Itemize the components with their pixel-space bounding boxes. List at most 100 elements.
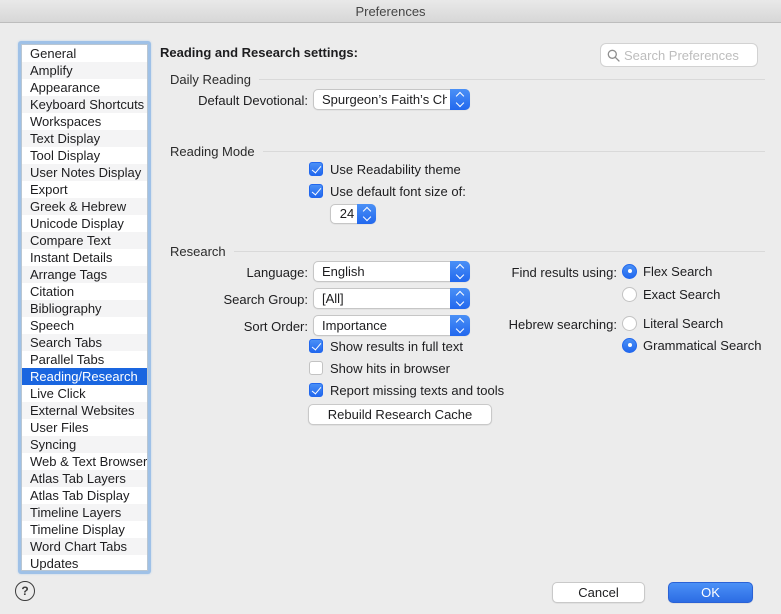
sidebar-item-citation[interactable]: Citation	[22, 283, 147, 300]
sidebar-item-unicode-display[interactable]: Unicode Display	[22, 215, 147, 232]
radio-button[interactable]	[622, 287, 637, 302]
sidebar-item-syncing[interactable]: Syncing	[22, 436, 147, 453]
sidebar-list[interactable]: GeneralAmplifyAppearanceKeyboard Shortcu…	[21, 44, 148, 571]
radio-button[interactable]	[622, 316, 637, 331]
sort-order-popup[interactable]: Importance	[313, 315, 470, 336]
cancel-button[interactable]: Cancel	[552, 582, 645, 603]
sidebar-item-word-chart-tabs[interactable]: Word Chart Tabs	[22, 538, 147, 555]
sort-order-label: Sort Order:	[160, 319, 308, 334]
literal-search-radio-row[interactable]: Literal Search	[622, 315, 723, 331]
checkbox[interactable]	[309, 383, 323, 397]
sidebar-item-reading-research[interactable]: Reading/Research	[22, 368, 147, 385]
sidebar-item-workspaces[interactable]: Workspaces	[22, 113, 147, 130]
section-divider	[234, 251, 765, 252]
language-label: Language:	[160, 265, 308, 280]
chevron-up-down-icon	[450, 89, 470, 110]
page-title: Reading and Research settings:	[160, 45, 358, 60]
sidebar-item-export[interactable]: Export	[22, 181, 147, 198]
exact-search-radio-row[interactable]: Exact Search	[622, 286, 720, 302]
sidebar-item-greek-hebrew[interactable]: Greek & Hebrew	[22, 198, 147, 215]
checkbox-label: Use Readability theme	[330, 162, 461, 177]
rebuild-research-cache-button[interactable]: Rebuild Research Cache	[308, 404, 492, 425]
section-title: Daily Reading	[170, 72, 251, 87]
radio-label: Exact Search	[643, 287, 720, 302]
sidebar-item-live-click[interactable]: Live Click	[22, 385, 147, 402]
find-results-label: Find results using:	[470, 265, 617, 280]
radio-button[interactable]	[622, 338, 637, 353]
section-title: Reading Mode	[170, 144, 255, 159]
stepper-value: 24	[339, 205, 355, 223]
report-missing-checkbox-row[interactable]: Report missing texts and tools	[309, 382, 504, 398]
use-readability-checkbox-row[interactable]: Use Readability theme	[309, 161, 461, 177]
checkbox[interactable]	[309, 184, 323, 198]
sidebar-item-user-notes-display[interactable]: User Notes Display	[22, 164, 147, 181]
sidebar-item-user-files[interactable]: User Files	[22, 419, 147, 436]
chevron-up-down-icon	[450, 261, 470, 282]
popup-value: English	[322, 262, 447, 281]
section-divider	[259, 79, 765, 80]
show-results-checkbox-row[interactable]: Show results in full text	[309, 338, 463, 354]
chevron-up-down-icon	[357, 204, 376, 224]
sidebar-item-keyboard-shortcuts[interactable]: Keyboard Shortcuts	[22, 96, 147, 113]
window-titlebar: Preferences	[0, 0, 781, 23]
sidebar-item-web-text-browser[interactable]: Web & Text Browser	[22, 453, 147, 470]
sidebar-item-timeline-layers[interactable]: Timeline Layers	[22, 504, 147, 521]
popup-value: [All]	[322, 289, 447, 308]
checkbox-label: Show hits in browser	[330, 361, 450, 376]
radio-label: Literal Search	[643, 316, 723, 331]
sidebar-item-arrange-tags[interactable]: Arrange Tags	[22, 266, 147, 283]
checkbox[interactable]	[309, 339, 323, 353]
sidebar-item-text-display[interactable]: Text Display	[22, 130, 147, 147]
sidebar-item-timeline-display[interactable]: Timeline Display	[22, 521, 147, 538]
help-button[interactable]: ?	[15, 581, 35, 601]
sidebar-item-bibliography[interactable]: Bibliography	[22, 300, 147, 317]
search-input[interactable]	[624, 48, 742, 63]
sidebar-item-speech[interactable]: Speech	[22, 317, 147, 334]
popup-value: Importance	[322, 316, 447, 335]
search-preferences-field[interactable]	[600, 43, 758, 67]
preferences-window: { "window": { "title": "Preferences" }, …	[0, 0, 781, 614]
default-devotional-popup[interactable]: Spurgeon’s Faith’s Chec...	[313, 89, 470, 110]
flex-search-radio-row[interactable]: Flex Search	[622, 263, 712, 279]
sidebar-item-atlas-tab-layers[interactable]: Atlas Tab Layers	[22, 470, 147, 487]
window-title: Preferences	[355, 4, 425, 19]
section-title: Research	[170, 244, 226, 259]
sidebar-item-appearance[interactable]: Appearance	[22, 79, 147, 96]
section-reading-mode: Reading Mode	[170, 143, 765, 159]
search-icon	[607, 49, 620, 62]
radio-button[interactable]	[622, 264, 637, 279]
sidebar-item-search-tabs[interactable]: Search Tabs	[22, 334, 147, 351]
sidebar-item-updates[interactable]: Updates	[22, 555, 147, 571]
chevron-up-down-icon	[450, 288, 470, 309]
checkbox-label: Show results in full text	[330, 339, 463, 354]
sidebar-item-tool-display[interactable]: Tool Display	[22, 147, 147, 164]
font-size-stepper[interactable]: 24	[330, 204, 376, 224]
checkbox[interactable]	[309, 162, 323, 176]
use-default-font-checkbox-row[interactable]: Use default font size of:	[309, 183, 466, 199]
ok-button[interactable]: OK	[668, 582, 753, 603]
popup-value: Spurgeon’s Faith’s Chec...	[322, 90, 447, 109]
sidebar-item-amplify[interactable]: Amplify	[22, 62, 147, 79]
search-group-popup[interactable]: [All]	[313, 288, 470, 309]
checkbox[interactable]	[309, 361, 323, 375]
sidebar-item-compare-text[interactable]: Compare Text	[22, 232, 147, 249]
checkbox-label: Use default font size of:	[330, 184, 466, 199]
show-hits-checkbox-row[interactable]: Show hits in browser	[309, 360, 450, 376]
sidebar-item-atlas-tab-display[interactable]: Atlas Tab Display	[22, 487, 147, 504]
search-group-label: Search Group:	[160, 292, 308, 307]
sidebar-item-external-websites[interactable]: External Websites	[22, 402, 147, 419]
sidebar-item-general[interactable]: General	[22, 45, 147, 62]
hebrew-searching-label: Hebrew searching:	[470, 317, 617, 332]
grammatical-search-radio-row[interactable]: Grammatical Search	[622, 337, 761, 353]
preferences-sidebar: GeneralAmplifyAppearanceKeyboard Shortcu…	[18, 41, 151, 574]
sidebar-item-parallel-tabs[interactable]: Parallel Tabs	[22, 351, 147, 368]
checkbox-label: Report missing texts and tools	[330, 383, 504, 398]
radio-label: Flex Search	[643, 264, 712, 279]
chevron-up-down-icon	[450, 315, 470, 336]
language-popup[interactable]: English	[313, 261, 470, 282]
sidebar-item-instant-details[interactable]: Instant Details	[22, 249, 147, 266]
default-devotional-label: Default Devotional:	[160, 93, 308, 108]
section-research: Research	[170, 243, 765, 259]
section-daily-reading: Daily Reading	[170, 71, 765, 87]
radio-label: Grammatical Search	[643, 338, 761, 353]
